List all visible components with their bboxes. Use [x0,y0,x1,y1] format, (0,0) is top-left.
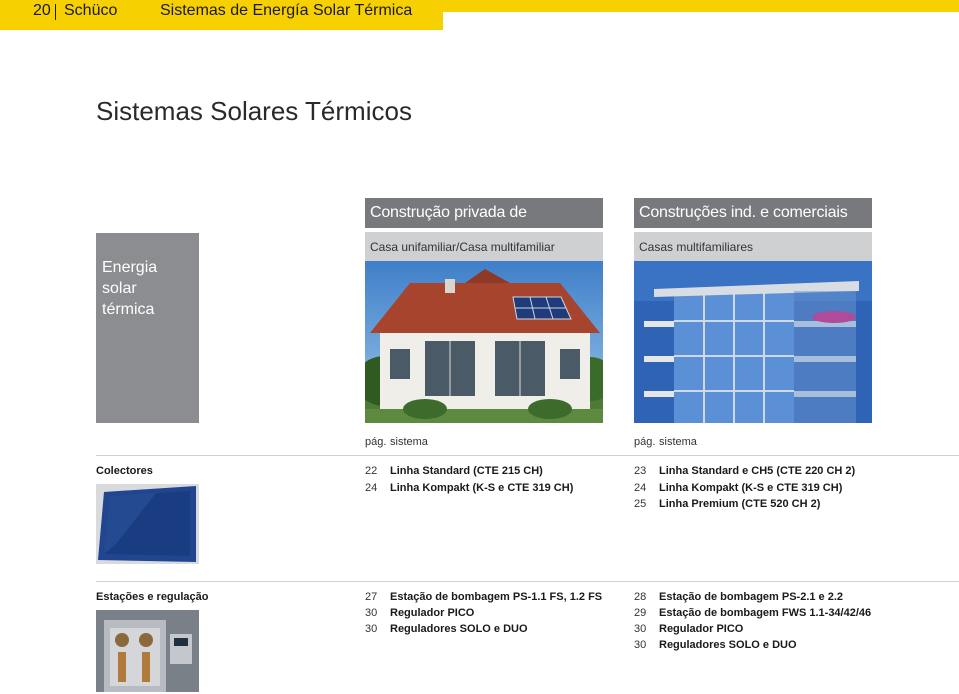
page-label: pág. [365,436,387,448]
page-ref: 22 [365,465,378,477]
system-item: Estação de bombagem FWS 1.1-34/42/46 [659,607,872,619]
pump-station-photo [96,610,199,692]
header-strip [443,0,959,12]
page-ref: 23 [634,465,647,477]
page-ref: 30 [365,607,378,619]
column-heading-commercial: Construções ind. e comerciais [634,198,872,228]
system-item: Estação de bombagem PS-2.1 e 2.2 [659,591,844,603]
page-ref: 30 [634,639,647,651]
column-subheading-private: Casa unifamiliar/Casa multifamiliar pequ… [365,232,603,284]
collector-photo [96,484,199,564]
system-item: Reguladores SOLO e DUO [390,623,528,635]
system-item: Linha Premium (CTE 520 CH 2) [659,498,821,510]
divider [96,455,959,456]
page-ref: 27 [365,591,378,603]
page-label: pág. [634,436,656,448]
energy-category-box: Energia solar térmica [96,233,199,423]
page-title: Sistemas Solares Térmicos [96,96,412,126]
header-divider [55,4,56,20]
section-label-estacoes: Estações e regulação [96,591,209,603]
page-ref: 30 [634,623,647,635]
section-label-colectores: Colectores [96,465,153,477]
page-ref: 28 [634,591,647,603]
system-item: Regulador PICO [390,607,475,619]
system-item: Linha Kompakt (K-S e CTE 319 CH) [390,482,574,494]
page-number: 20 [33,2,51,19]
system-item: Linha Kompakt (K-S e CTE 319 CH) [659,482,843,494]
page-ref: 30 [365,623,378,635]
column-heading-private: Construção privada de habitações [365,198,603,251]
section-title: Sistemas de Energía Solar Térmica [160,2,413,19]
brand-name: Schüco [64,2,118,19]
category-line: térmica [102,301,155,318]
category-line: Energia [102,259,158,276]
house-photo [365,261,603,423]
page-ref: 24 [365,482,378,494]
system-item: Linha Standard (CTE 215 CH) [390,465,543,477]
system-item: Linha Standard e CH5 (CTE 220 CH 2) [659,465,856,477]
building-photo [634,261,872,423]
system-item: Reguladores SOLO e DUO [659,639,797,651]
category-line: solar [102,280,137,297]
system-label: sistema [659,436,697,448]
column-subheading-commercial: Casas multifamiliares [634,232,872,262]
page-ref: 24 [634,482,647,494]
page-ref: 25 [634,498,647,510]
system-item: Regulador PICO [659,623,744,635]
page-ref: 29 [634,607,647,619]
system-label: sistema [390,436,428,448]
page-header: 20 Schüco Sistemas de Energía Solar Térm… [0,0,443,30]
divider [96,581,959,582]
system-item: Estação de bombagem PS-1.1 FS, 1.2 FS [390,591,603,603]
